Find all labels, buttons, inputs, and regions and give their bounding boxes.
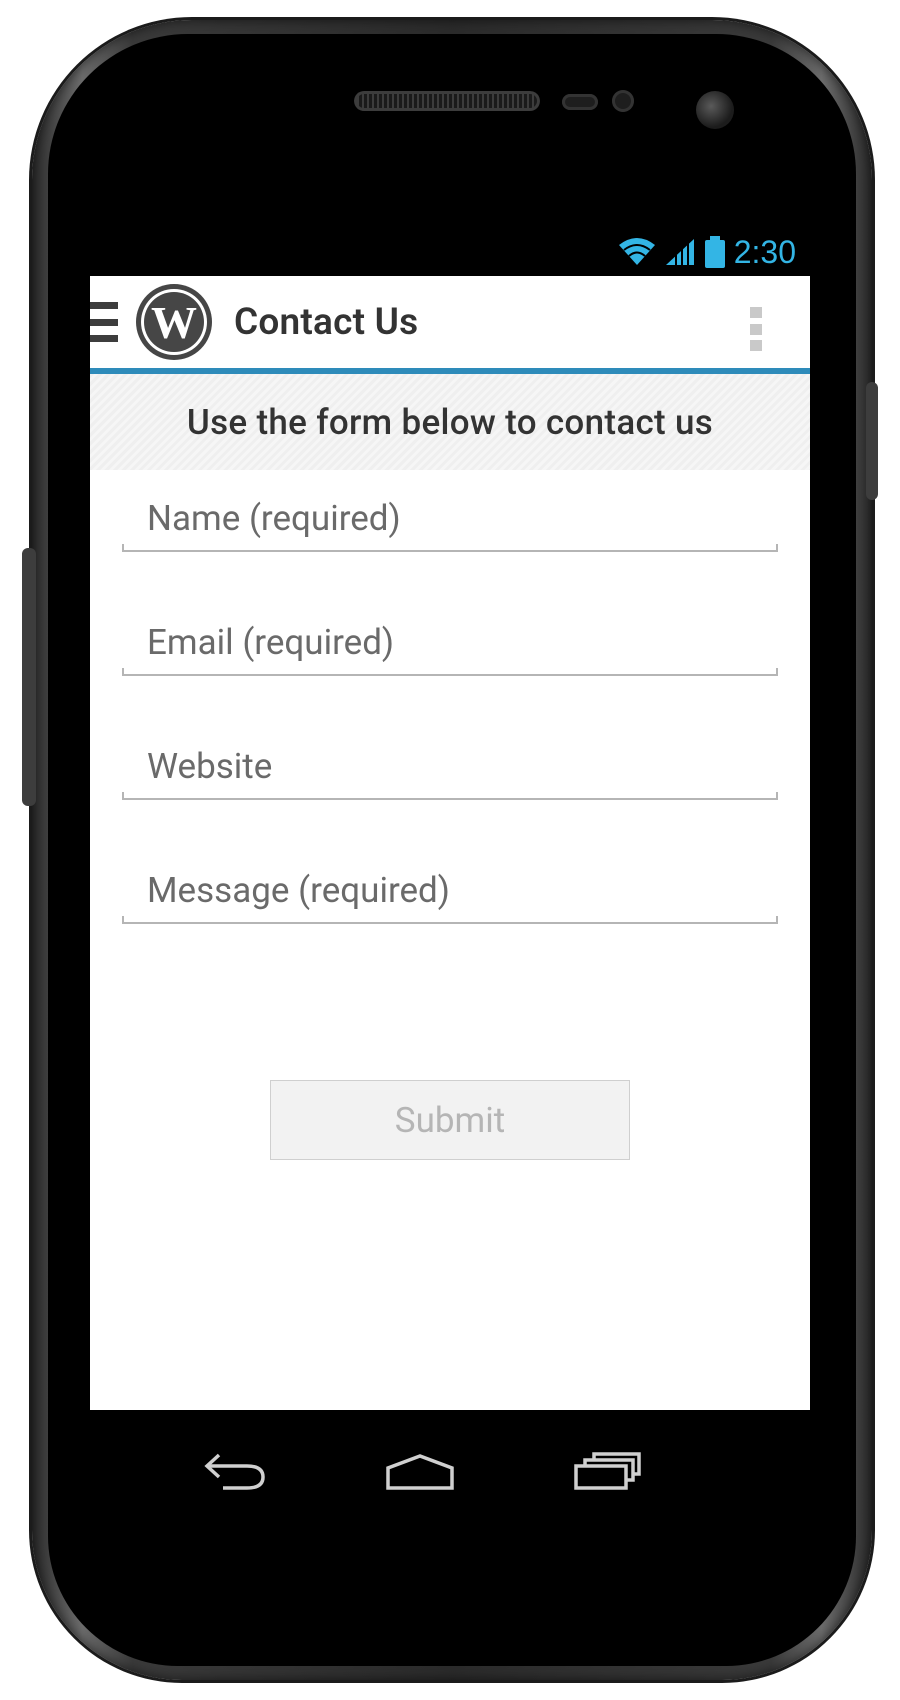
wifi-icon	[618, 237, 656, 267]
status-time: 2:30	[733, 234, 796, 270]
wordpress-logo[interactable]: W	[134, 282, 214, 362]
name-input[interactable]	[122, 490, 778, 546]
message-input[interactable]	[122, 862, 778, 918]
back-icon[interactable]	[196, 1442, 276, 1502]
proximity-sensor	[562, 94, 598, 110]
cell-signal-icon	[664, 237, 696, 267]
message-field-underline	[122, 916, 778, 924]
navigation-drawer-icon[interactable]	[90, 302, 120, 342]
power-button	[866, 382, 878, 500]
status-bar: 2:30	[90, 228, 810, 276]
email-field[interactable]	[122, 614, 778, 676]
website-field-underline	[122, 792, 778, 800]
action-bar: W Contact Us	[90, 276, 810, 374]
phone-screen: 2:30 W Contact Us Use the form below to …	[90, 228, 810, 1410]
message-field[interactable]	[122, 862, 778, 924]
website-field[interactable]	[122, 738, 778, 800]
recent-apps-icon[interactable]	[568, 1442, 648, 1502]
email-input[interactable]	[122, 614, 778, 670]
submit-button[interactable]: Submit	[270, 1080, 630, 1160]
overflow-menu-icon[interactable]	[750, 307, 764, 351]
light-sensor	[612, 90, 634, 112]
svg-text:W: W	[151, 297, 197, 348]
email-field-underline	[122, 668, 778, 676]
page-title: Contact Us	[234, 300, 419, 344]
front-camera	[696, 91, 734, 129]
home-icon[interactable]	[380, 1442, 460, 1502]
website-input[interactable]	[122, 738, 778, 794]
name-field-underline	[122, 544, 778, 552]
system-nav-bar	[90, 1410, 810, 1530]
form-intro-banner: Use the form below to contact us	[90, 374, 810, 470]
earpiece-speaker	[354, 91, 540, 111]
name-field[interactable]	[122, 490, 778, 552]
battery-icon	[704, 236, 726, 268]
volume-button	[22, 548, 36, 806]
banner-text: Use the form below to contact us	[186, 401, 714, 443]
